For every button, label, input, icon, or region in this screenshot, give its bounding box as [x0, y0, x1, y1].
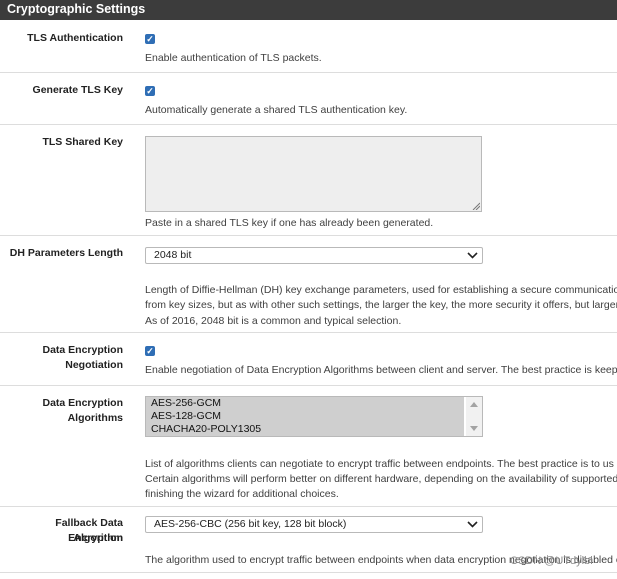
scroll-up-icon[interactable] — [470, 402, 478, 407]
data-encryption-algorithms-row: Data Encryption Algorithms AES-256-GCM A… — [0, 386, 617, 507]
fallback-algorithm-selected: AES-256-CBC (256 bit key, 128 bit block) — [154, 518, 347, 530]
data-encryption-negotiation-label-line-2: Negotiation — [65, 359, 123, 371]
data-encryption-negotiation-help: Enable negotiation of Data Encryption Al… — [145, 364, 617, 376]
tls-authentication-help: Enable authentication of TLS packets. — [145, 52, 322, 64]
data-encryption-negotiation-checkbox[interactable]: ✓ — [145, 346, 155, 356]
fallback-algorithm-select[interactable]: AES-256-CBC (256 bit key, 128 bit block) — [145, 516, 483, 533]
dh-parameters-help-line-3: As of 2016, 2048 bit is a common and typ… — [145, 315, 402, 327]
tls-authentication-row: TLS Authentication ✓ Enable authenticati… — [0, 20, 617, 73]
chevron-down-icon — [467, 521, 478, 528]
data-encryption-negotiation-row: Data Encryption Negotiation ✓ Enable neg… — [0, 333, 617, 386]
tls-authentication-checkbox[interactable]: ✓ — [145, 34, 155, 44]
dh-parameters-selected: 2048 bit — [154, 249, 192, 261]
scroll-down-icon[interactable] — [470, 426, 478, 431]
data-encryption-algorithms-help-line-1: List of algorithms clients can negotiate… — [145, 458, 614, 470]
watermark: CSDN @UTdylbl — [510, 555, 593, 567]
algorithm-option[interactable]: AES-128-GCM — [146, 410, 464, 423]
generate-tls-key-help: Automatically generate a shared TLS auth… — [145, 104, 408, 116]
data-encryption-algorithms-help-line-2: Certain algorithms will perform better o… — [145, 473, 617, 485]
panel-title: Cryptographic Settings — [0, 0, 617, 20]
tls-shared-key-help: Paste in a shared TLS key if one has alr… — [145, 217, 434, 229]
tls-authentication-label: TLS Authentication — [27, 32, 123, 44]
algorithm-option[interactable]: AES-256-GCM — [146, 397, 464, 410]
tls-shared-key-label: TLS Shared Key — [42, 136, 123, 148]
fallback-algorithm-label-line-2: Algorithm — [73, 532, 123, 544]
tls-shared-key-textarea[interactable] — [145, 136, 482, 212]
dh-parameters-help-line-1: Length of Diffie-Hellman (DH) key exchan… — [145, 284, 617, 296]
data-encryption-algorithms-help-line-3: finishing the wizard for additional choi… — [145, 488, 339, 500]
dh-parameters-select[interactable]: 2048 bit — [145, 247, 483, 264]
data-encryption-algorithms-listbox[interactable]: AES-256-GCM AES-128-GCM CHACHA20-POLY130… — [145, 396, 483, 437]
dh-parameters-label: DH Parameters Length — [9, 247, 123, 259]
tls-shared-key-row: TLS Shared Key Paste in a shared TLS key… — [0, 125, 617, 236]
algorithm-option[interactable]: CHACHA20-POLY1305 — [146, 423, 464, 436]
data-encryption-negotiation-label-line-1: Data Encryption — [42, 344, 123, 356]
dh-parameters-help-line-2: from key sizes, but as with other such s… — [145, 299, 617, 311]
dh-parameters-row: DH Parameters Length 2048 bit Length of … — [0, 236, 617, 333]
generate-tls-key-checkbox[interactable]: ✓ — [145, 86, 155, 96]
resize-grip-icon[interactable] — [472, 202, 480, 210]
data-encryption-algorithms-label-line-1: Data Encryption — [42, 397, 123, 409]
generate-tls-key-row: Generate TLS Key ✓ Automatically generat… — [0, 73, 617, 125]
generate-tls-key-label: Generate TLS Key — [32, 84, 123, 96]
listbox-scrollbar[interactable] — [466, 397, 482, 436]
chevron-down-icon — [467, 252, 478, 259]
data-encryption-algorithms-label-line-2: Algorithms — [67, 412, 123, 424]
